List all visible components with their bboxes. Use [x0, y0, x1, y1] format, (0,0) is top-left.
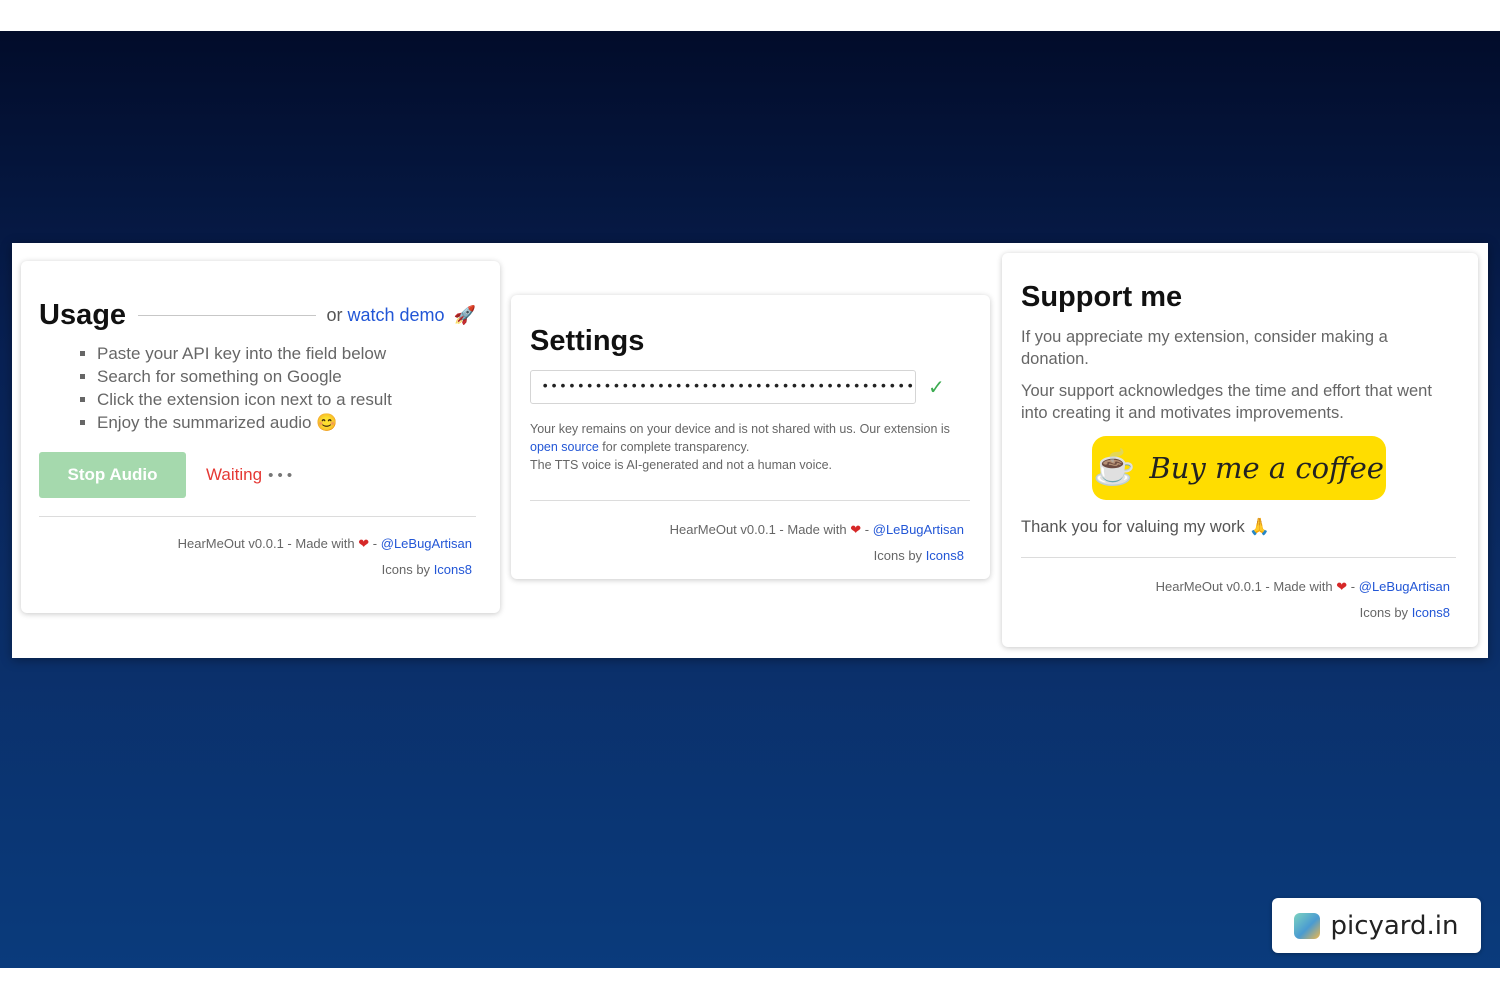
list-item: Search for something on Google — [97, 365, 476, 388]
icons-by-label: Icons by — [1359, 605, 1409, 620]
loading-dots-icon: • • • — [268, 466, 293, 484]
icons8-link[interactable]: Icons8 — [1412, 605, 1450, 620]
settings-card: Settings •••••••••••••••••••••••••••••••… — [511, 295, 990, 579]
author-link[interactable]: @LeBugArtisan — [381, 536, 472, 551]
support-paragraph-2: Your support acknowledges the time and e… — [1021, 382, 1432, 422]
settings-title: Settings — [530, 325, 645, 357]
heart-icon: ❤ — [358, 536, 370, 551]
author-link[interactable]: @LeBugArtisan — [873, 522, 964, 537]
support-paragraph-1: If you appreciate my extension, consider… — [1021, 328, 1388, 368]
footer-divider — [39, 516, 476, 517]
coffee-cup-icon: ☕ — [1093, 448, 1136, 488]
extension-panel: Usage or watch demo 🚀 Paste your API key… — [12, 243, 1488, 658]
support-card: Support me If you appreciate my extensio… — [1002, 253, 1478, 647]
footer-icons-credit: Icons by Icons8 — [39, 557, 472, 583]
note-text-2: for complete transparency. — [598, 440, 750, 454]
stop-audio-button[interactable]: Stop Audio — [39, 452, 186, 498]
footer-credit: HearMeOut v0.0.1 - Made with ❤ - @LeBugA… — [39, 531, 472, 557]
icons-by-label: Icons by — [381, 562, 431, 577]
coffee-label: Buy me a coffee — [1149, 451, 1384, 485]
footer-divider — [1021, 557, 1456, 558]
checkmark-icon: ✓ — [928, 376, 945, 399]
footer-separator: - — [372, 536, 378, 551]
footer-icons-credit: Icons by Icons8 — [530, 543, 964, 569]
demo-prefix: or — [326, 305, 343, 325]
audio-status: Waiting — [206, 465, 263, 484]
audio-controls: Stop Audio Waiting • • • — [39, 452, 476, 498]
footer-version: HearMeOut v0.0.1 - Made with — [177, 536, 355, 551]
api-key-input[interactable]: ••••••••••••••••••••••••••••••••••••••••… — [530, 370, 916, 404]
usage-header: Usage or watch demo 🚀 — [39, 299, 476, 332]
footer-version: HearMeOut v0.0.1 - Made with — [1155, 579, 1333, 594]
icons-by-label: Icons by — [873, 548, 923, 563]
footer-credit: HearMeOut v0.0.1 - Made with ❤ - @LeBugA… — [1021, 574, 1450, 600]
footer-separator: - — [864, 522, 870, 537]
note-text-3: The TTS voice is AI-generated and not a … — [530, 458, 833, 472]
thanks-text: Thank you for valuing my work 🙏 — [1021, 518, 1270, 536]
card-footer: HearMeOut v0.0.1 - Made with ❤ - @LeBugA… — [39, 531, 476, 583]
footer-separator: - — [1350, 579, 1356, 594]
settings-note: Your key remains on your device and is n… — [530, 420, 970, 474]
list-item: Click the extension icon next to a resul… — [97, 388, 476, 411]
footer-icons-credit: Icons by Icons8 — [1021, 600, 1450, 626]
watch-demo-link[interactable]: watch demo — [348, 305, 445, 325]
usage-divider-line — [138, 315, 317, 316]
usage-card: Usage or watch demo 🚀 Paste your API key… — [21, 261, 500, 613]
picyard-watermark: picyard.in — [1272, 898, 1481, 953]
note-text-1: Your key remains on your device and is n… — [530, 422, 950, 436]
icons8-link[interactable]: Icons8 — [926, 548, 964, 563]
list-item: Enjoy the summarized audio 😊 — [97, 411, 476, 434]
picyard-logo-icon — [1294, 912, 1321, 939]
icons8-link[interactable]: Icons8 — [434, 562, 472, 577]
card-footer: HearMeOut v0.0.1 - Made with ❤ - @LeBugA… — [530, 517, 970, 569]
usage-steps-list: Paste your API key into the field below … — [39, 342, 476, 434]
heart-icon: ❤ — [850, 522, 862, 537]
usage-title: Usage — [39, 299, 127, 331]
footer-divider — [530, 500, 970, 501]
heart-icon: ❤ — [1336, 579, 1348, 594]
card-footer: HearMeOut v0.0.1 - Made with ❤ - @LeBugA… — [1021, 574, 1456, 626]
api-key-row: ••••••••••••••••••••••••••••••••••••••••… — [530, 370, 970, 404]
list-item: Paste your API key into the field below — [97, 342, 476, 365]
footer-credit: HearMeOut v0.0.1 - Made with ❤ - @LeBugA… — [530, 517, 964, 543]
rocket-icon: 🚀 — [453, 305, 476, 325]
footer-version: HearMeOut v0.0.1 - Made with — [669, 522, 847, 537]
picyard-text: picyard.in — [1330, 910, 1459, 941]
buy-me-a-coffee-button[interactable]: ☕ Buy me a coffee — [1091, 436, 1386, 500]
watch-demo: or watch demo 🚀 — [326, 305, 476, 326]
support-title: Support me — [1021, 281, 1183, 313]
open-source-link[interactable]: open source — [530, 440, 599, 454]
author-link[interactable]: @LeBugArtisan — [1359, 579, 1450, 594]
